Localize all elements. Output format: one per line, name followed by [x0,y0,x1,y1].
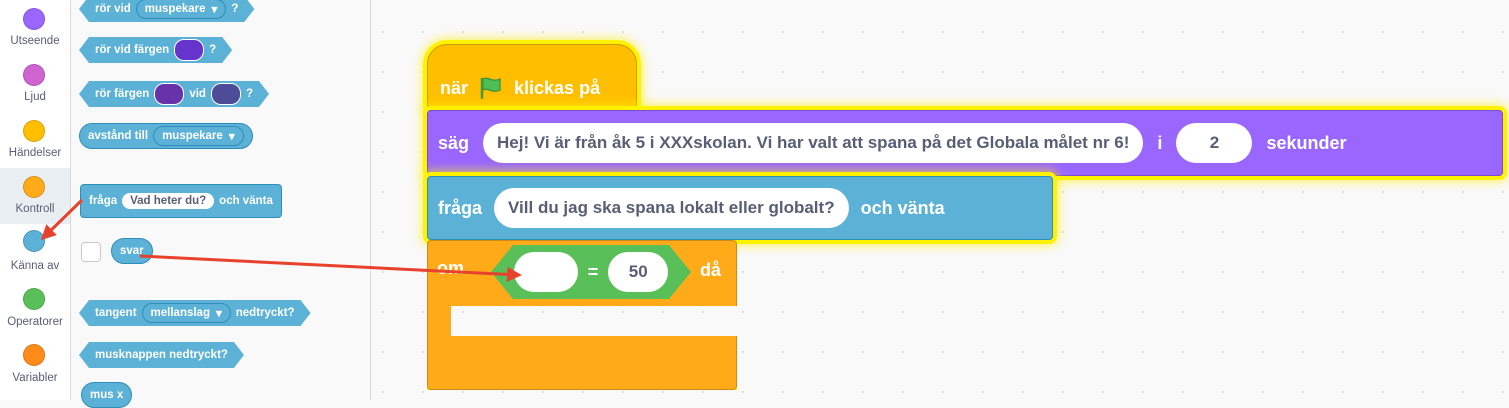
block-text: rör färgen [95,88,150,100]
category-label: Utseende [10,35,60,47]
operator-symbol: = [587,261,599,282]
category-label: Händelser [8,147,62,159]
variables-category-icon [23,344,45,366]
block-text: nedtryckt? [235,307,295,319]
block-text: och vänta [219,195,273,207]
category-sensing[interactable]: Känna av [0,224,70,280]
block-text: klickas på [514,77,601,98]
dropdown-value: mellanslag [150,307,210,319]
category-events[interactable]: Händelser [0,112,70,168]
answer-checkbox[interactable] [81,242,101,262]
when-flag-clicked-block[interactable]: när klickas på [427,44,637,110]
input-value: Vad heter du? [130,195,207,207]
mouse-down-block[interactable]: musknappen nedtryckt? [79,342,244,368]
category-operators[interactable]: Operatorer [0,280,70,336]
then-label: då [700,260,721,281]
block-text: avstånd till [88,130,149,142]
dropdown-arrow-icon: ▾ [211,4,218,16]
dropdown-value: muspekare [162,130,223,142]
equals-operator-block[interactable]: = 50 [491,245,691,299]
distance-to-block[interactable]: avstånd till muspekare ▾ [79,123,253,149]
block-text: i [1157,132,1163,153]
say-message-input[interactable]: Hej! Vi är från åk 5 i XXXskolan. Vi har… [483,123,1144,163]
block-text: säg [438,132,470,153]
mouse-x-block[interactable]: mus x [81,382,133,408]
block-text: tangent [95,307,137,319]
block-suffix: ? [231,3,239,15]
distance-dropdown[interactable]: muspekare ▾ [153,126,244,146]
block-text: vid [189,88,206,100]
block-text: då [700,260,722,280]
block-palette: rör vid muspekare ▾ ? rör vid färgen ? rö… [71,0,371,408]
block-text: rör vid [95,3,131,15]
sensing-category-icon [23,230,45,252]
input-value: 2 [1209,133,1220,152]
category-variables[interactable]: Variabler [0,336,70,392]
touching-block[interactable]: rör vid muspekare ▾ ? [79,0,254,22]
category-control[interactable]: Kontroll [0,168,70,224]
block-text: fråga [89,195,118,207]
dropdown-arrow-icon: ▾ [215,308,222,320]
key-pressed-block[interactable]: tangent mellanslag ▾ nedtryckt? [79,300,311,326]
seconds-input[interactable]: 2 [1176,123,1253,163]
key-dropdown[interactable]: mellanslag ▾ [142,303,231,323]
input-value: Vill du jag ska spana lokalt eller globa… [508,198,835,217]
block-text: musknappen nedtryckt? [95,349,228,361]
control-category-icon [23,176,45,198]
say-for-seconds-block[interactable]: säg Hej! Vi är från åk 5 i XXXskolan. Vi… [427,110,1503,176]
ask-and-wait-script-block[interactable]: fråga Vill du jag ska spana lokalt eller… [427,176,1053,240]
category-sound[interactable]: Ljud [0,56,70,112]
category-label: Kontroll [15,203,55,215]
block-text: och vänta [860,197,945,218]
dropdown-arrow-icon: ▾ [228,131,235,143]
input-value: Hej! Vi är från åk 5 i XXXskolan. Vi har… [497,133,1130,152]
block-text: när [440,77,469,98]
input-value: 50 [628,262,648,281]
equals-right-input[interactable]: 50 [608,252,669,292]
block-text: rör vid färgen [95,44,170,56]
ask-and-wait-block[interactable]: fråga Vad heter du? och vänta [80,184,282,218]
question-input[interactable]: Vill du jag ska spana lokalt eller globa… [494,188,849,228]
looks-category-icon [23,8,45,30]
equals-left-input[interactable] [513,252,578,292]
category-label: Känna av [10,260,60,272]
touching-dropdown[interactable]: muspekare ▾ [136,0,227,19]
block-text: svar [120,245,144,257]
touching-color-block[interactable]: rör vid färgen ? [79,37,232,63]
category-label: Ljud [24,91,46,103]
block-text: om [437,258,464,278]
category-label: Variabler [12,372,58,384]
block-suffix: ? [209,44,217,56]
color-swatch[interactable] [154,83,184,105]
block-text: fråga [438,197,483,218]
category-sidebar: Utseende Ljud Händelser Kontroll Känna a… [0,0,71,400]
events-category-icon [23,120,45,142]
color-touching-color-block[interactable]: rör färgen vid ? [79,81,269,107]
color-swatch[interactable] [211,83,241,105]
category-looks[interactable]: Utseende [0,0,70,56]
block-suffix: ? [245,88,253,100]
block-text: mus x [90,389,124,401]
category-label: Operatorer [7,316,63,328]
sound-category-icon [23,64,45,86]
color-swatch[interactable] [174,39,204,61]
operators-category-icon [23,288,45,310]
dropdown-value: muspekare [144,3,206,15]
if-label: om [437,258,464,279]
green-flag-icon [478,75,504,101]
ask-input[interactable]: Vad heter du? [122,193,215,209]
block-text: sekunder [1266,132,1347,153]
answer-block[interactable]: svar [111,238,153,264]
